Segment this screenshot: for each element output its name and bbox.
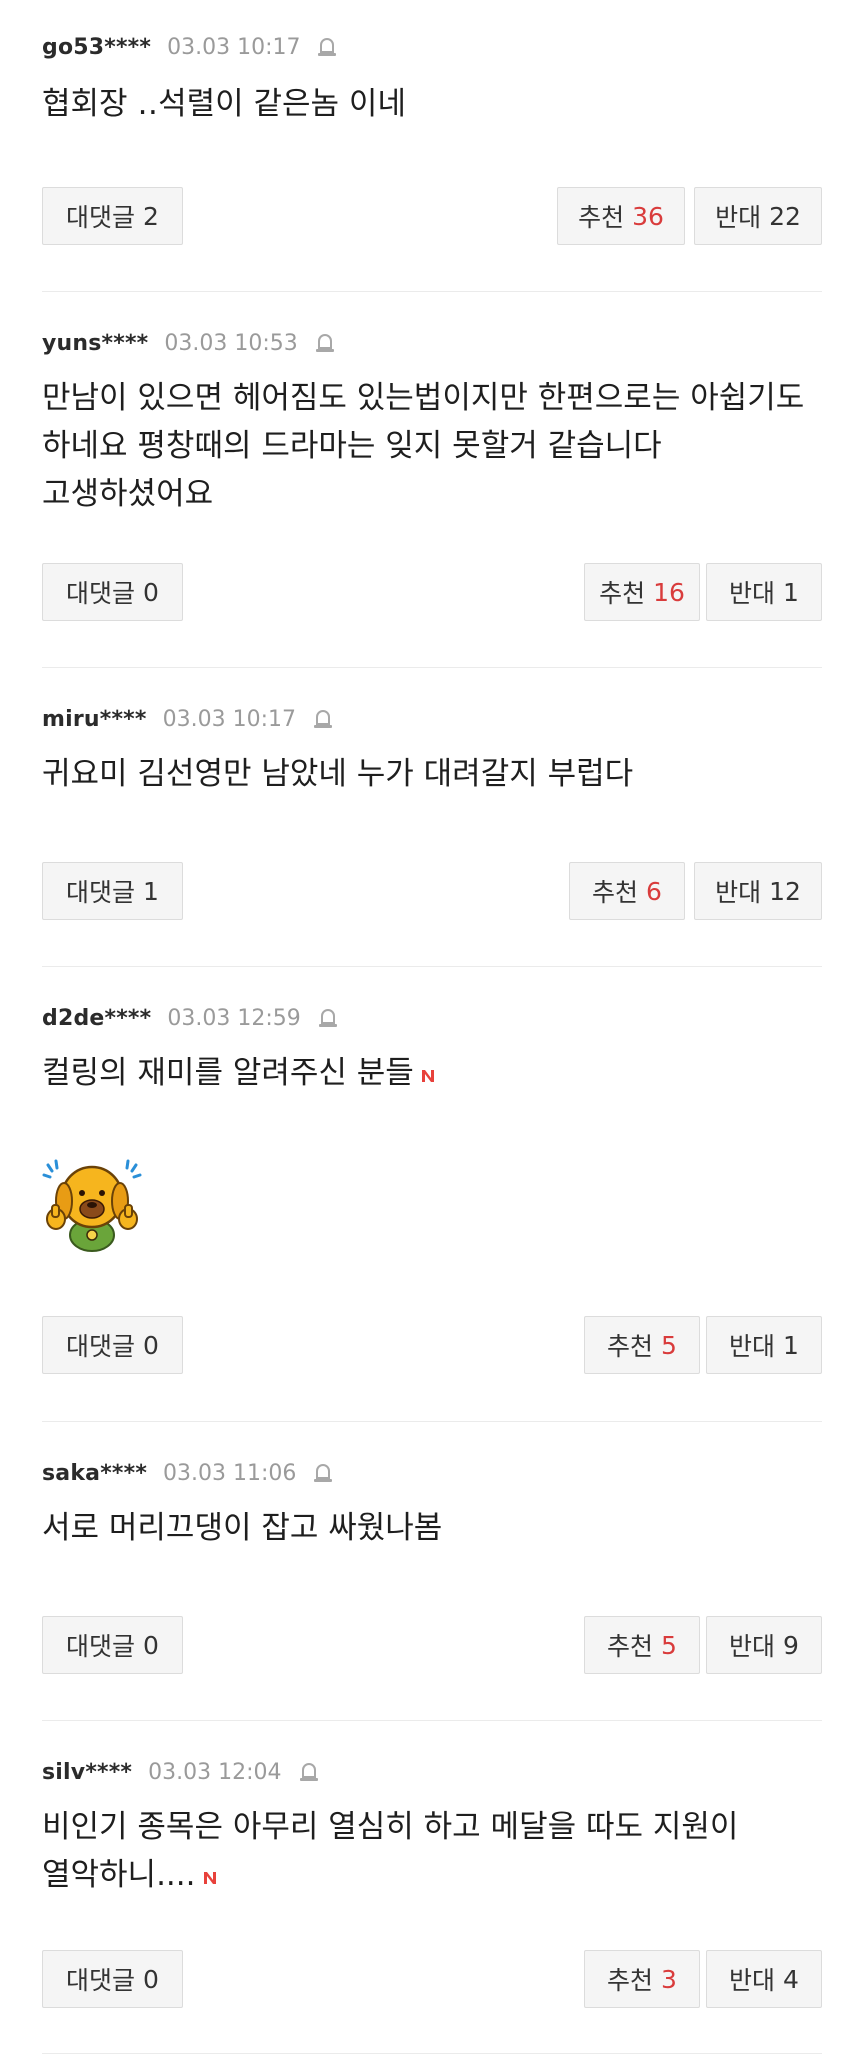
dislike-count: 22	[769, 201, 801, 231]
like-count: 3	[661, 1964, 677, 1994]
dislike-label: 반대	[715, 878, 762, 907]
like-button[interactable]: 추천 16	[584, 563, 700, 621]
siren-icon[interactable]	[310, 706, 336, 732]
reply-label: 대댓글	[66, 203, 136, 232]
comment-item: miru**** 03.03 10:17 귀요미 김선영만 남았네 누가 대려갈…	[42, 668, 822, 967]
reply-count: 0	[143, 1964, 159, 1994]
reply-label: 대댓글	[66, 1632, 136, 1661]
comment-username: saka****	[42, 1460, 148, 1486]
siren-icon[interactable]	[315, 1005, 341, 1031]
like-label: 추천	[607, 1966, 654, 1995]
like-label: 추천	[599, 579, 646, 608]
siren-icon[interactable]	[314, 34, 340, 60]
comment-item: yuns**** 03.03 10:53 만남이 있으면 헤어짐도 있는법이지만…	[42, 292, 822, 668]
comment-timestamp: 03.03 12:59	[167, 1005, 301, 1031]
comment-username: miru****	[42, 706, 147, 732]
like-button[interactable]: 추천 6	[569, 862, 685, 920]
like-label: 추천	[592, 878, 639, 907]
comment-list: go53**** 03.03 10:17 협회장 ‥석렬이 같은놈 이네 대댓글…	[42, 0, 822, 2054]
thumbs-up-dog-sticker	[42, 1157, 142, 1257]
like-button[interactable]: 추천 5	[584, 1616, 700, 1674]
dislike-button[interactable]: 반대 4	[706, 1950, 822, 2008]
dislike-label: 반대	[715, 203, 762, 232]
reply-label: 대댓글	[66, 579, 136, 608]
like-count: 6	[646, 876, 662, 906]
comment-timestamp: 03.03 10:17	[167, 34, 301, 60]
dislike-count: 4	[783, 1964, 799, 1994]
comment-body: 비인기 종목은 아무리 열심히 하고 메달을 따도 지원이 열악하니....	[42, 1803, 822, 1899]
comment-timestamp: 03.03 10:17	[162, 706, 296, 732]
comment-username: yuns****	[42, 330, 149, 356]
dislike-count: 1	[783, 1330, 799, 1360]
comment-body: 귀요미 김선영만 남았네 누가 대려갈지 부럽다	[42, 756, 634, 792]
comment-username: go53****	[42, 34, 152, 60]
comment-item: silv**** 03.03 12:04 비인기 종목은 아무리 열심히 하고 …	[42, 1721, 822, 2054]
reply-button[interactable]: 대댓글 0	[42, 1316, 183, 1374]
reply-button[interactable]: 대댓글 1	[42, 862, 183, 920]
comment-item: saka**** 03.03 11:06 서로 머리끄댕이 잡고 싸웠나봄 대댓…	[42, 1422, 822, 1721]
dislike-label: 반대	[729, 1966, 776, 1995]
dislike-label: 반대	[729, 1632, 776, 1661]
dislike-button[interactable]: 반대 1	[706, 563, 822, 621]
comment-meta: saka**** 03.03 11:06	[42, 1458, 336, 1488]
comment-username: d2de****	[42, 1005, 152, 1031]
like-button[interactable]: 추천 36	[557, 187, 685, 245]
reply-label: 대댓글	[66, 878, 136, 907]
like-count: 16	[653, 577, 685, 607]
comment-meta: miru**** 03.03 10:17	[42, 704, 336, 734]
dislike-label: 반대	[729, 579, 776, 608]
dislike-count: 1	[783, 577, 799, 607]
like-label: 추천	[607, 1632, 654, 1661]
reply-button[interactable]: 대댓글 0	[42, 1950, 183, 2008]
comment-body: 서로 머리끄댕이 잡고 싸웠나봄	[42, 1510, 443, 1546]
dislike-button[interactable]: 반대 1	[706, 1316, 822, 1374]
comment-body: 컬링의 재미를 알려주신 분들	[42, 1049, 822, 1097]
comment-meta: go53**** 03.03 10:17	[42, 32, 340, 62]
comment-body: 협회장 ‥석렬이 같은놈 이네	[42, 86, 406, 122]
like-count: 5	[661, 1330, 677, 1360]
reply-label: 대댓글	[66, 1332, 136, 1361]
dislike-button[interactable]: 반대 22	[694, 187, 822, 245]
new-badge-icon	[420, 1050, 436, 1082]
reply-count: 2	[143, 201, 159, 231]
like-count: 36	[632, 201, 664, 231]
dislike-button[interactable]: 반대 9	[706, 1616, 822, 1674]
like-button[interactable]: 추천 3	[584, 1950, 700, 2008]
comment-body-text: 비인기 종목은 아무리 열심히 하고 메달을 따도 지원이 열악하니....	[42, 1809, 739, 1893]
dislike-count: 12	[769, 876, 801, 906]
comment-timestamp: 03.03 11:06	[163, 1460, 297, 1486]
like-label: 추천	[607, 1332, 654, 1361]
comment-body: 만남이 있으면 헤어짐도 있는법이지만 한편으로는 아쉽기도 하네요 평창때의 …	[42, 380, 805, 512]
reply-count: 0	[143, 1630, 159, 1660]
reply-count: 1	[143, 876, 159, 906]
comment-username: silv****	[42, 1759, 133, 1785]
comment-item: go53**** 03.03 10:17 협회장 ‥석렬이 같은놈 이네 대댓글…	[42, 0, 822, 292]
comment-body-text: 컬링의 재미를 알려주신 분들	[42, 1055, 414, 1091]
dislike-button[interactable]: 반대 12	[694, 862, 822, 920]
comment-meta: d2de**** 03.03 12:59	[42, 1003, 341, 1033]
reply-button[interactable]: 대댓글 0	[42, 563, 183, 621]
reply-button[interactable]: 대댓글 0	[42, 1616, 183, 1674]
reply-count: 0	[143, 577, 159, 607]
comment-timestamp: 03.03 10:53	[164, 330, 298, 356]
siren-icon[interactable]	[310, 1460, 336, 1486]
reply-button[interactable]: 대댓글 2	[42, 187, 183, 245]
siren-icon[interactable]	[312, 330, 338, 356]
new-badge-icon	[202, 1852, 218, 1884]
reply-count: 0	[143, 1330, 159, 1360]
comment-timestamp: 03.03 12:04	[148, 1759, 282, 1785]
like-label: 추천	[578, 203, 625, 232]
like-button[interactable]: 추천 5	[584, 1316, 700, 1374]
comment-meta: yuns**** 03.03 10:53	[42, 328, 338, 358]
dislike-label: 반대	[729, 1332, 776, 1361]
comment-item: d2de**** 03.03 12:59 컬링의 재미를 알려주신 분들 대댓글…	[42, 967, 822, 1422]
like-count: 5	[661, 1630, 677, 1660]
comment-meta: silv**** 03.03 12:04	[42, 1757, 322, 1787]
siren-icon[interactable]	[296, 1759, 322, 1785]
dislike-count: 9	[783, 1630, 799, 1660]
reply-label: 대댓글	[66, 1966, 136, 1995]
